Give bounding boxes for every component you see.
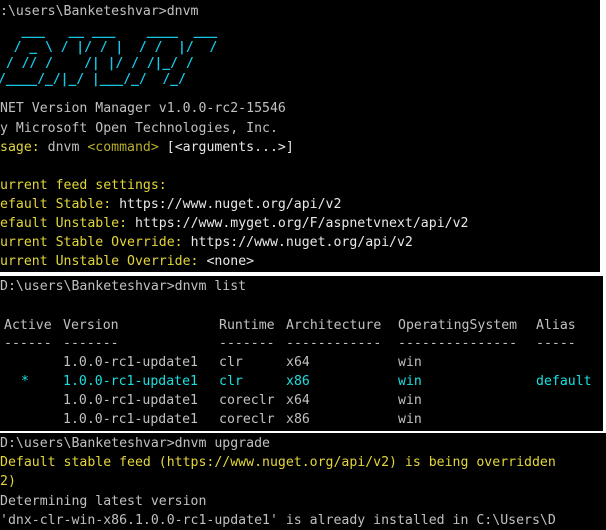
logo-line: / // / /| |/ / /|_/ / (0, 56, 202, 71)
header-rule: ------- (219, 336, 275, 351)
current-stable-line: urrent Stable Override: https://www.nuge… (0, 233, 413, 252)
default-unstable-value: https://www.myget.org/F/aspnetvnext/api/… (127, 216, 469, 231)
cell-os: win (398, 412, 422, 427)
cell-runtime: coreclr (219, 393, 275, 408)
terminal-panel-dnvm: :\users\Banketeshvar>dnvm ___ __ ___ ___… (0, 0, 600, 272)
override-warning-continued: 2) (0, 474, 16, 489)
current-stable-value: https://www.nuget.org/api/v2 (182, 235, 413, 250)
default-unstable-label: efault Unstable: (0, 216, 128, 231)
cell-version: 1.0.0-rc1-update1 (63, 393, 198, 408)
logo-line: ___ __ ___ ____ ___ (0, 24, 218, 39)
cell-runtime: clr (219, 374, 243, 389)
usage-command: <command> (87, 140, 159, 155)
command-prompt: D:\users\Banketeshvar>dnvm upgrade (0, 436, 270, 451)
dnvm-ascii-logo: ___ __ ___ ____ ___ / _ \ / |/ / | / / |… (0, 24, 217, 88)
header-runtime: Runtime (219, 318, 275, 333)
usage-cmd: dnvm (39, 140, 88, 155)
header-architecture: Architecture (286, 318, 382, 333)
cell-runtime: clr (219, 355, 243, 370)
header-active: Active (4, 318, 52, 333)
current-unstable-value: <none> (198, 254, 255, 269)
current-unstable-label: urrent Unstable Override: (0, 254, 199, 269)
cell-version: 1.0.0-rc1-update1 (63, 374, 198, 389)
cell-runtime: coreclr (219, 412, 275, 427)
override-warning: Default stable feed (https://www.nuget.o… (0, 455, 556, 470)
cell-version: 1.0.0-rc1-update1 (63, 412, 198, 427)
current-stable-label: urrent Stable Override: (0, 235, 183, 250)
cell-architecture: x86 (286, 374, 310, 389)
default-stable-line: efault Stable: https://www.nuget.org/api… (0, 195, 341, 214)
default-unstable-line: efault Unstable: https://www.myget.org/F… (0, 214, 468, 233)
terminal-panel-dnvm-list: D:\users\Banketeshvar>dnvm list Active V… (0, 276, 603, 431)
cell-os: win (398, 393, 422, 408)
cell-version: 1.0.0-rc1-update1 (63, 355, 198, 370)
default-stable-value: https://www.nuget.org/api/v2 (111, 197, 342, 212)
author-line: y Microsoft Open Technologies, Inc. (0, 121, 278, 136)
header-alias: Alias (536, 318, 576, 333)
header-rule: ------ (4, 336, 52, 351)
command-prompt: :\users\Banketeshvar>dnvm (0, 4, 199, 19)
header-version: Version (63, 318, 119, 333)
current-unstable-line: urrent Unstable Override: <none> (0, 252, 254, 271)
header-rule: --------------- (398, 336, 518, 351)
cell-os: win (398, 374, 422, 389)
feed-settings-header: urrent feed settings: (0, 178, 167, 193)
terminal-panel-dnvm-upgrade: D:\users\Banketeshvar>dnvm upgrade Defau… (0, 433, 606, 530)
usage-args: [<arguments...>] (158, 140, 294, 155)
cell-alias: default (536, 374, 592, 389)
cell-os: win (398, 355, 422, 370)
logo-line: / _ \ / |/ / | / / |/ / (0, 40, 218, 55)
header-rule: ------------ (286, 336, 382, 351)
determining-line: Determining latest version (0, 494, 207, 509)
cell-active: * (21, 374, 29, 389)
already-installed-line: 'dnx-clr-win-x86.1.0.0-rc1-update1' is a… (0, 513, 556, 528)
default-stable-label: efault Stable: (0, 197, 112, 212)
version-line: NET Version Manager v1.0.0-rc2-15546 (0, 101, 286, 116)
header-operating-system: OperatingSystem (398, 318, 518, 333)
cell-architecture: x86 (286, 412, 310, 427)
usage-label: sage: (0, 140, 40, 155)
usage-line: sage: dnvm <command> [<arguments...>] (0, 138, 294, 157)
header-rule: ----- (536, 336, 576, 351)
command-prompt: D:\users\Banketeshvar>dnvm list (0, 279, 247, 294)
cell-architecture: x64 (286, 355, 310, 370)
logo-line: /____/_/|_/ |___/_/ /_/ (0, 72, 202, 87)
cell-architecture: x64 (286, 393, 310, 408)
header-rule: ------- (63, 336, 119, 351)
